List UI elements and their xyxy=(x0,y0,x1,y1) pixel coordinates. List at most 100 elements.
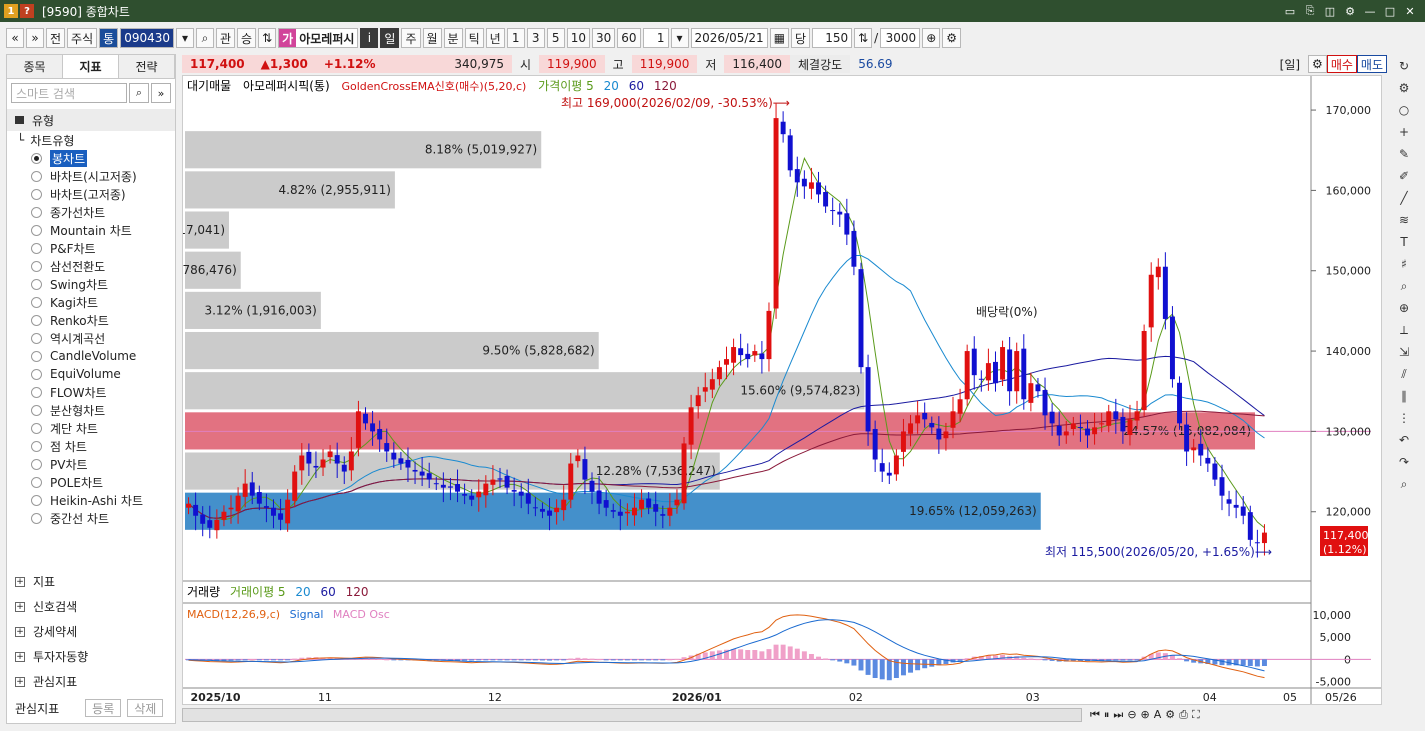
bars-icon[interactable]: ∥ xyxy=(1394,386,1414,406)
chart-type-item[interactable]: Heikin-Ashi 차트 xyxy=(7,491,175,509)
radio-icon[interactable] xyxy=(31,224,42,236)
radio-icon[interactable] xyxy=(31,368,42,380)
chart-type-item[interactable]: Mountain 차트 xyxy=(7,221,175,239)
interval-5[interactable]: 5 xyxy=(546,28,565,48)
pause-icon[interactable]: ⏸ xyxy=(1104,708,1110,722)
horizontal-scrollbar[interactable] xyxy=(182,708,1082,722)
toolbar-settings-icon[interactable]: ⚙ xyxy=(942,28,962,48)
period-year[interactable]: 년 xyxy=(485,28,505,48)
pen-icon[interactable]: ✎ xyxy=(1394,144,1414,164)
prev-stock-button[interactable]: « xyxy=(6,28,24,48)
circle-icon[interactable]: ○ xyxy=(1394,100,1414,120)
maximize-button[interactable]: □ xyxy=(1383,4,1397,18)
chart-type-item[interactable]: 중간선 차트 xyxy=(7,509,175,527)
expand-icon[interactable]: » xyxy=(151,83,171,103)
radio-icon[interactable] xyxy=(31,296,42,308)
buy-button[interactable]: 매수 xyxy=(1326,55,1357,73)
chart-type-item[interactable]: P&F차트 xyxy=(7,239,175,257)
group-signal[interactable]: + 신호검색 xyxy=(7,594,175,619)
unit-dropdown-icon[interactable]: ▾ xyxy=(670,28,689,48)
pencil-icon[interactable]: ✐ xyxy=(1394,166,1414,186)
radio-icon[interactable] xyxy=(31,188,42,200)
radio-icon[interactable] xyxy=(31,206,42,218)
undo-icon[interactable]: ↶ xyxy=(1394,430,1414,450)
section-type[interactable]: 유형 xyxy=(7,109,175,131)
radio-icon[interactable] xyxy=(31,476,42,488)
radio-icon[interactable] xyxy=(31,278,42,290)
count-spin-icon[interactable]: ⇅ xyxy=(854,28,873,48)
chart-type-item[interactable]: 봉차트 xyxy=(7,149,175,167)
period-tick[interactable]: 틱 xyxy=(464,28,484,48)
redo-icon[interactable]: ↷ xyxy=(1394,452,1414,472)
chart-type-item[interactable]: 삼선전환도 xyxy=(7,257,175,275)
radio-icon[interactable] xyxy=(31,386,42,398)
chart-type-item[interactable]: 계단 차트 xyxy=(7,419,175,437)
gwan-button[interactable]: 관 xyxy=(216,28,236,48)
ruler-icon[interactable]: ⟂ xyxy=(1394,320,1414,340)
gear-icon[interactable]: ⚙ xyxy=(1394,78,1414,98)
all-button[interactable]: 전 xyxy=(46,28,66,48)
first-icon[interactable]: ⏮ xyxy=(1090,708,1100,722)
grid-bars-icon[interactable]: ⋮ xyxy=(1394,408,1414,428)
radio-icon[interactable] xyxy=(31,350,42,362)
radio-icon[interactable] xyxy=(31,458,42,470)
radio-icon[interactable] xyxy=(31,440,42,452)
count-input[interactable]: 150 xyxy=(812,28,853,48)
search-icon[interactable]: ⌕ xyxy=(129,83,149,103)
stock-type-button[interactable]: 주식 xyxy=(67,28,98,48)
line-icon[interactable]: ╱ xyxy=(1394,188,1414,208)
interval-10[interactable]: 10 xyxy=(566,28,590,48)
close-button[interactable]: ✕ xyxy=(1403,4,1417,18)
zoom-icon[interactable]: ⊕ xyxy=(922,28,941,48)
search-icon[interactable]: ⌕ xyxy=(196,28,214,48)
chart-type-item[interactable]: EquiVolume xyxy=(7,365,175,383)
search-input[interactable]: 스마트 검색 xyxy=(11,83,127,103)
unit-input[interactable]: 1 xyxy=(642,28,669,48)
capture-icon[interactable]: ⎙ xyxy=(1179,708,1188,722)
period-week[interactable]: 주 xyxy=(401,28,421,48)
radio-icon[interactable] xyxy=(31,170,42,182)
code-dropdown-icon[interactable]: ▾ xyxy=(176,28,194,48)
refresh-icon[interactable]: ↻ xyxy=(1394,56,1414,76)
radio-icon[interactable] xyxy=(31,242,42,254)
interval-3[interactable]: 3 xyxy=(526,28,545,48)
search-zoom-icon[interactable]: ⌕ xyxy=(1394,474,1414,494)
radio-icon[interactable] xyxy=(31,152,42,164)
radio-icon[interactable] xyxy=(31,314,42,326)
delete-button[interactable]: 삭제 xyxy=(127,699,164,717)
chart-area[interactable]: 8.18% (5,019,927) 4.82% (2,955,911) 1.01% … xyxy=(182,75,1382,705)
crosshair-icon[interactable]: + xyxy=(1394,122,1414,142)
interval-30[interactable]: 30 xyxy=(591,28,616,48)
radio-icon[interactable] xyxy=(31,404,42,416)
auto-icon[interactable]: ≋ xyxy=(1394,210,1414,230)
interval-1[interactable]: 1 xyxy=(506,28,525,48)
chart-type-item[interactable]: CandleVolume xyxy=(7,347,175,365)
chart-type-item[interactable]: PV차트 xyxy=(7,455,175,473)
tab-strategy[interactable]: 전략 xyxy=(119,55,175,78)
help-icon[interactable]: ? xyxy=(20,4,34,18)
minimize-button[interactable]: — xyxy=(1363,4,1377,18)
fib-icon[interactable]: ♯ xyxy=(1394,254,1414,274)
spin-icon[interactable]: ⇅ xyxy=(258,28,277,48)
group-indicator[interactable]: + 지표 xyxy=(7,569,175,594)
chart-type-item[interactable]: 종가선차트 xyxy=(7,203,175,221)
group-favorite[interactable]: + 관심지표 xyxy=(7,669,175,694)
tab-indicator[interactable]: 지표 xyxy=(63,55,119,78)
radio-icon[interactable] xyxy=(31,422,42,434)
layout-icon[interactable]: ▭ xyxy=(1283,4,1297,18)
radio-icon[interactable] xyxy=(31,494,42,506)
bottom-settings-icon[interactable]: ⚙ xyxy=(1165,708,1175,722)
last-icon[interactable]: ⏭ xyxy=(1113,708,1123,722)
stock-name-field[interactable]: 가 아모레퍼시 xyxy=(278,28,359,48)
tong-button[interactable]: 통 xyxy=(99,28,119,48)
text-size-icon[interactable]: A xyxy=(1154,708,1162,722)
chart-type-item[interactable]: 점 차트 xyxy=(7,437,175,455)
text-icon[interactable]: T xyxy=(1394,232,1414,252)
fullscreen-icon[interactable]: ⛶ xyxy=(1192,708,1200,722)
stock-code-input[interactable]: 090430 xyxy=(120,28,174,48)
tab-stock[interactable]: 종목 xyxy=(7,55,63,78)
date-input[interactable]: 2026/05/21 xyxy=(690,28,768,48)
measure-icon[interactable]: ⇲ xyxy=(1394,342,1414,362)
chart-svg[interactable]: 8.18% (5,019,927) 4.82% (2,955,911) 1.01% … xyxy=(183,76,1381,704)
period-month[interactable]: 월 xyxy=(422,28,442,48)
